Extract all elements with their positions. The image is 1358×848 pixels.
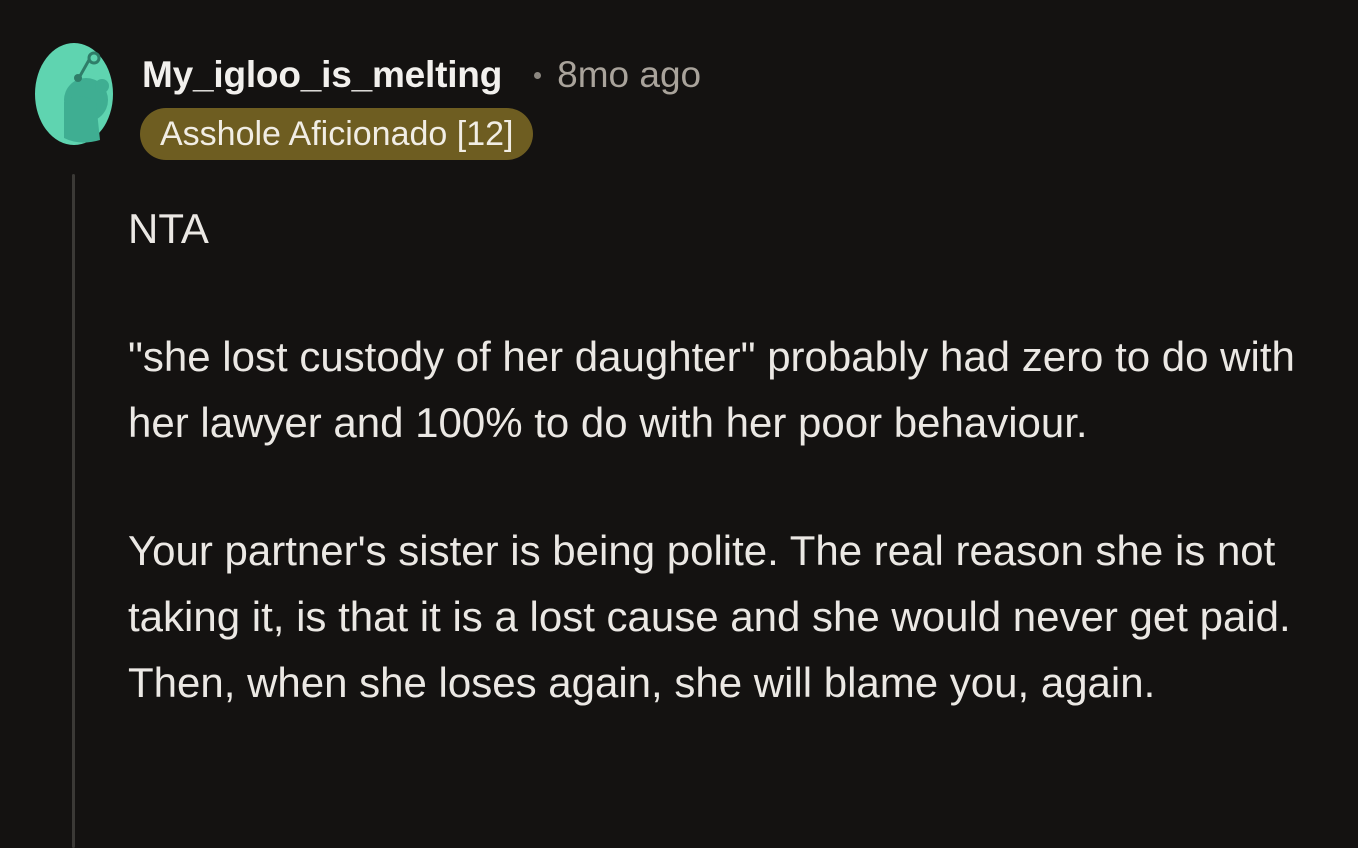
username-link[interactable]: My_igloo_is_melting xyxy=(142,54,502,96)
comment-body: NTA "she lost custody of her daughter" p… xyxy=(128,196,1328,716)
thread-line[interactable] xyxy=(72,174,75,848)
comment-paragraph: Your partner's sister is being polite. T… xyxy=(128,527,1291,706)
comment-paragraph: "she lost custody of her daughter" proba… xyxy=(128,333,1295,446)
comment: My_igloo_is_melting 8mo ago Asshole Afic… xyxy=(0,0,1358,848)
comment-timestamp[interactable]: 8mo ago xyxy=(557,54,701,96)
comment-paragraph: NTA xyxy=(128,205,209,252)
separator-dot xyxy=(534,71,542,79)
user-avatar-icon[interactable] xyxy=(34,42,114,146)
comment-meta: My_igloo_is_melting 8mo ago xyxy=(142,52,701,98)
user-flair-badge: Asshole Aficionado [12] xyxy=(140,108,534,160)
